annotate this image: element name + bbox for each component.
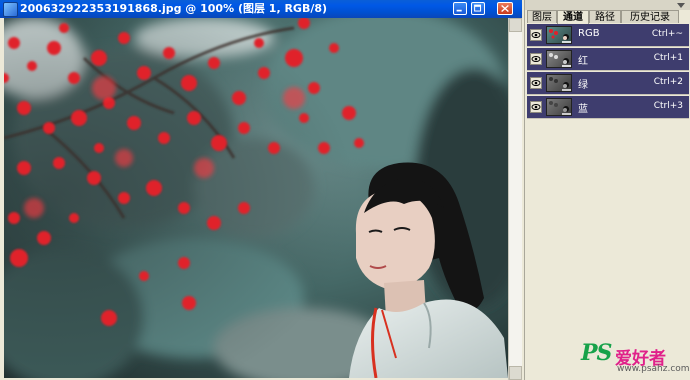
channel-shortcut: Ctrl+~ — [651, 29, 683, 39]
window-title: 200632922353191868.jpg @ 100% (图层 1, RGB… — [20, 2, 328, 15]
eye-icon — [531, 104, 541, 110]
photo-woman-plum-blossoms — [4, 18, 508, 378]
watermark-url: www.psahz.com — [617, 364, 690, 374]
channel-thumbnail — [546, 26, 572, 44]
close-button[interactable] — [497, 2, 513, 15]
close-icon — [501, 5, 509, 12]
document-window: 200632922353191868.jpg @ 100% (图层 1, RGB… — [0, 0, 522, 380]
maximize-icon — [474, 4, 482, 12]
visibility-toggle[interactable] — [530, 29, 542, 41]
site-watermark: PS 爱好者 www.psahz.com — [581, 340, 690, 376]
channel-name: 红 — [578, 56, 588, 67]
channel-row-green[interactable]: 绿 Ctrl+2 — [527, 72, 689, 95]
channel-shortcut: Ctrl+2 — [653, 77, 683, 87]
scroll-up-arrow[interactable] — [509, 18, 522, 32]
channel-row-rgb[interactable]: RGB Ctrl+~ — [527, 24, 689, 47]
channel-thumbnail — [546, 98, 572, 116]
channel-row-red[interactable]: 红 Ctrl+1 — [527, 48, 689, 71]
eye-icon — [531, 56, 541, 62]
channel-thumbnail — [546, 74, 572, 92]
eye-icon — [531, 32, 541, 38]
tab-channels[interactable]: 通道 — [557, 10, 589, 24]
visibility-toggle[interactable] — [530, 101, 542, 113]
minimize-icon — [456, 9, 462, 12]
watermark-logo: PS — [581, 340, 612, 366]
maximize-button[interactable] — [471, 2, 485, 15]
channel-shortcut: Ctrl+3 — [653, 101, 683, 111]
vertical-scrollbar[interactable] — [508, 18, 522, 380]
title-bar[interactable]: 200632922353191868.jpg @ 100% (图层 1, RGB… — [0, 0, 522, 18]
eye-icon — [531, 80, 541, 86]
palette-menu-icon[interactable] — [675, 0, 687, 10]
channel-name: RGB — [578, 28, 600, 39]
palette-grip[interactable] — [525, 0, 690, 10]
channel-shortcut: Ctrl+1 — [653, 53, 683, 63]
channel-name: 绿 — [578, 80, 588, 91]
visibility-toggle[interactable] — [530, 53, 542, 65]
channel-thumbnail — [546, 50, 572, 68]
channel-name: 蓝 — [578, 104, 588, 115]
minimize-button[interactable] — [453, 2, 467, 15]
image-canvas[interactable] — [4, 18, 508, 378]
visibility-toggle[interactable] — [530, 77, 542, 89]
tab-history[interactable]: 历史记录 — [621, 10, 679, 23]
channels-palette: 图层 通道 路径 历史记录 RGB Ctrl+~ 红 Ctrl+1 绿 Ctrl… — [524, 0, 690, 380]
tab-paths[interactable]: 路径 — [589, 10, 621, 23]
tab-layers[interactable]: 图层 — [527, 10, 557, 23]
channel-row-blue[interactable]: 蓝 Ctrl+3 — [527, 96, 689, 119]
app-icon[interactable] — [3, 2, 18, 17]
scroll-down-arrow[interactable] — [509, 366, 522, 380]
palette-tabs: 图层 通道 路径 历史记录 — [527, 10, 689, 24]
